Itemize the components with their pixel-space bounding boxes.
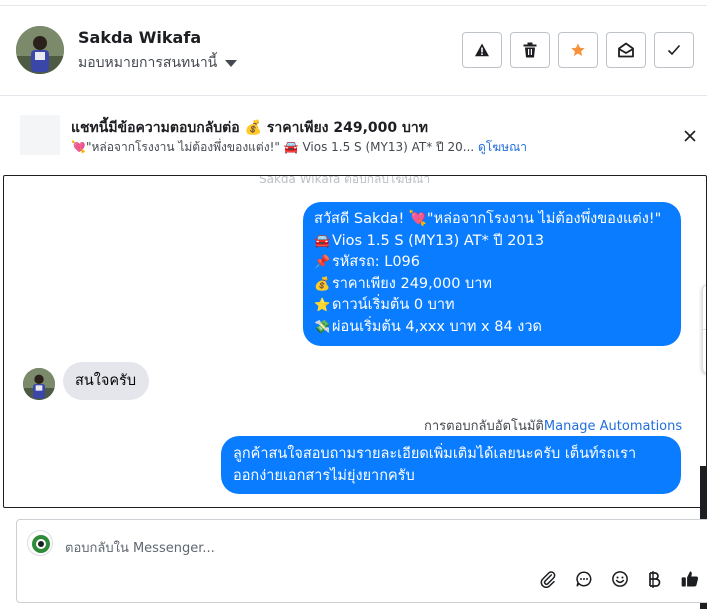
manage-automations-link[interactable]: Manage Automations xyxy=(544,419,682,434)
attach-button[interactable] xyxy=(537,568,559,590)
ad-message-line: 💸 ผ่อนเริ่มต้น 4,xxx บาท x 84 งวด xyxy=(314,318,542,335)
saved-reply-icon xyxy=(576,571,592,587)
contact-name: Sakda Wikafa xyxy=(78,28,202,47)
page-avatar xyxy=(27,530,53,556)
paperclip-icon xyxy=(540,571,556,588)
payment-button[interactable] xyxy=(643,568,665,590)
ad-thumbnail xyxy=(20,115,60,155)
chevron-down-icon xyxy=(225,59,238,67)
ad-reply-banner: แชทนี้มีข้อความตอบกลับต่อ 💰 ราคาเพียง 24… xyxy=(0,97,707,173)
automated-reply-label: การตอบกลับอัตโนมัติManage Automations xyxy=(424,415,682,436)
auto-reply-bubble: ลูกค้าสนใจสอบถามรายละเอียดเพิ่มเติมได้เล… xyxy=(221,436,681,494)
auto-reply-line: ลูกค้าสนใจสอบถามรายละเอียดเพิ่มเติมได้เล… xyxy=(233,446,637,462)
assign-label: มอบหมายการสนทนานี้ xyxy=(78,55,218,71)
side-panel-edge[interactable] xyxy=(702,284,706,374)
mark-unread-button[interactable] xyxy=(606,32,646,68)
reply-composer: ตอบกลับใน Messenger... xyxy=(16,519,707,603)
ad-message-line: 💰 ราคาเพียง 249,000 บาท xyxy=(314,275,492,292)
warning-icon xyxy=(475,43,489,57)
banner-title: แชทนี้มีข้อความตอบกลับต่อ 💰 ราคาเพียง 24… xyxy=(71,120,429,136)
banner-subtitle-text: 💘"หล่อจากโรงงาน ไม่ต้องพึ่งของแต่ง!" 🚘 V… xyxy=(71,140,475,154)
star-button[interactable] xyxy=(558,32,598,68)
customer-message-bubble: สนใจครับ xyxy=(63,362,149,400)
delete-button[interactable] xyxy=(510,32,550,68)
thumbs-up-icon xyxy=(681,571,699,587)
view-ad-link[interactable]: ดูโฆษณา xyxy=(478,140,527,154)
emoji-icon xyxy=(612,571,628,587)
banner-subtitle: 💘"หล่อจากโรงงาน ไม่ต้องพึ่งของแต่ง!" 🚘 V… xyxy=(71,138,527,157)
ad-message-line: 📌 รหัสรถ: L096 xyxy=(314,254,421,270)
emoji-button[interactable] xyxy=(609,568,631,590)
close-icon xyxy=(684,130,696,142)
star-icon xyxy=(571,43,585,56)
checkmark-icon xyxy=(667,44,681,56)
like-button[interactable] xyxy=(679,568,701,590)
ad-message-line: สวัสดี Sakda! 💘"หล่อจากโรงงาน ไม่ต้องพึ่… xyxy=(314,211,662,227)
contact-avatar[interactable] xyxy=(16,26,64,74)
ad-reply-notice: Sakda Wikafa ตอบกลับโฆษณา xyxy=(259,175,431,186)
spam-button[interactable] xyxy=(462,32,502,68)
trash-icon xyxy=(523,42,537,58)
assign-conversation-dropdown[interactable]: มอบหมายการสนทนานี้ xyxy=(78,52,238,74)
mark-done-button[interactable] xyxy=(654,32,694,68)
baht-icon xyxy=(649,571,661,588)
ad-message-line: 🚘 Vios 1.5 S (MY13) AT* ปี 2013 xyxy=(314,232,545,249)
automated-reply-text: การตอบกลับอัตโนมัติ xyxy=(424,419,544,434)
customer-avatar[interactable] xyxy=(23,368,55,400)
saved-replies-button[interactable] xyxy=(573,568,595,590)
close-banner-button[interactable] xyxy=(680,126,700,146)
envelope-open-icon xyxy=(618,42,634,58)
conversation-header: Sakda Wikafa มอบหมายการสนทนานี้ xyxy=(0,6,707,96)
auto-reply-line: ออกง่ายเอกสารไม่ยุ่งยากครับ xyxy=(233,467,415,484)
message-thread: Sakda Wikafa ตอบกลับโฆษณา สวัสดี Sakda! … xyxy=(3,175,707,508)
reply-input[interactable]: ตอบกลับใน Messenger... xyxy=(65,537,215,558)
ad-message-bubble: สวัสดี Sakda! 💘"หล่อจากโรงงาน ไม่ต้องพึ่… xyxy=(303,202,681,346)
ad-message-line: ⭐ ดาวน์เริ่มต้น 0 บาท xyxy=(314,297,455,313)
